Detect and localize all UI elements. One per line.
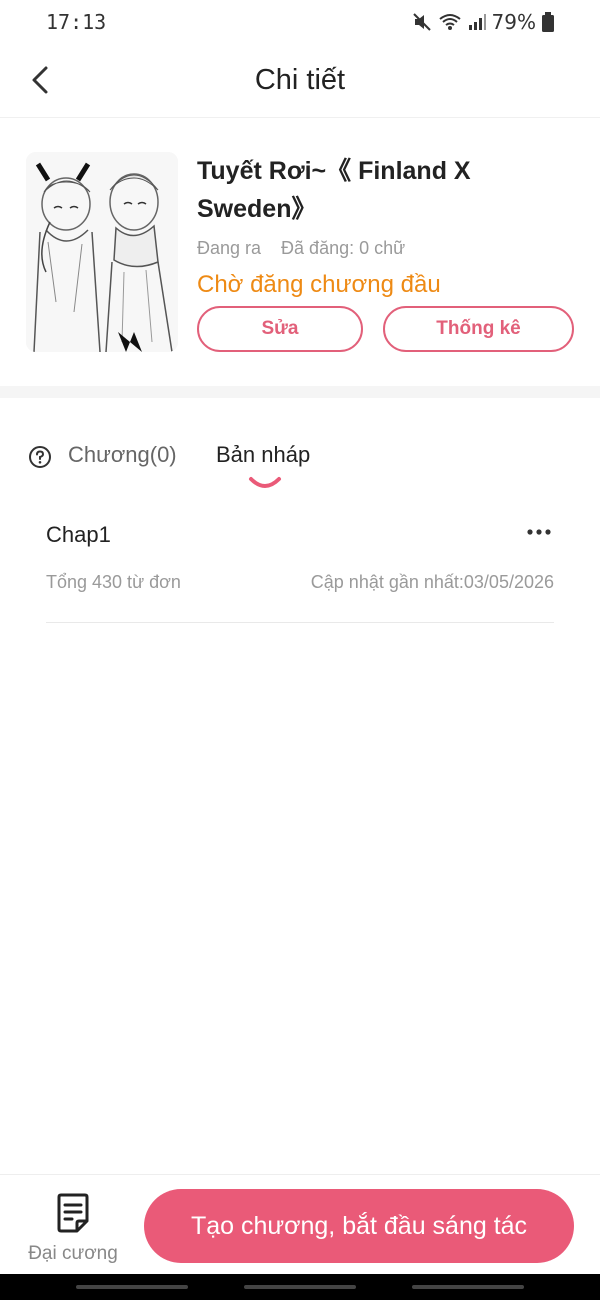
section-divider	[0, 386, 600, 398]
bottom-bar: Đại cương Tạo chương, bắt đầu sáng tác	[0, 1174, 600, 1274]
tab-drafts[interactable]: Bản nháp	[216, 442, 310, 468]
outline-label: Đại cương	[28, 1243, 118, 1264]
pending-status: Chờ đăng chương đầu	[197, 271, 441, 298]
battery-percent: 79%	[491, 10, 536, 34]
page-title: Chi tiết	[254, 64, 346, 96]
status-time: 17:13	[46, 10, 107, 34]
book-status: Đang ra	[197, 238, 262, 258]
signal-icon	[468, 14, 486, 30]
tabs: Chương(0) Bản nháp	[0, 430, 600, 490]
status-bar: 17:13 79%	[0, 0, 600, 44]
nav-back[interactable]	[412, 1285, 524, 1289]
draft-item[interactable]: Chap1 Tổng 430 từ đơn Cập nhật gần nhất:…	[46, 506, 554, 623]
draft-word-count: Tổng 430 từ đơn	[46, 572, 181, 592]
book-title: Tuyết Rơi~《 Finland X Sweden》	[197, 157, 471, 223]
document-icon	[57, 1193, 89, 1233]
book-cover[interactable]	[26, 152, 178, 352]
tab-chapters[interactable]: Chương(0)	[68, 442, 177, 468]
draft-last-updated: Cập nhật gần nhất:03/05/2026	[310, 572, 554, 592]
mute-icon	[412, 13, 431, 31]
create-chapter-button[interactable]: Tạo chương, bắt đầu sáng tác	[144, 1189, 574, 1263]
more-options-button[interactable]	[524, 520, 554, 544]
nav-home[interactable]	[244, 1285, 356, 1289]
book-card: Tuyết Rơi~《 Finland X Sweden》 Đang ra Đã…	[0, 118, 600, 386]
nav-recent[interactable]	[76, 1285, 188, 1289]
cover-illustration	[26, 152, 178, 352]
active-tab-indicator	[249, 477, 281, 488]
help-icon[interactable]	[28, 445, 52, 469]
outline-button[interactable]: Đại cương	[18, 1189, 128, 1269]
edit-button[interactable]: Sửa	[197, 306, 363, 352]
status-icons: 79%	[412, 10, 554, 34]
book-word-count: Đã đăng: 0 chữ	[281, 238, 406, 258]
draft-title: Chap1	[46, 522, 111, 547]
header: Chi tiết	[0, 44, 600, 118]
wifi-icon	[438, 14, 461, 30]
more-horizontal-icon	[527, 529, 551, 535]
battery-icon	[542, 12, 554, 32]
book-meta: Đang ra Đã đăng: 0 chữ	[197, 238, 405, 259]
stats-button[interactable]: Thống kê	[383, 306, 574, 352]
system-nav-bar	[0, 1274, 600, 1300]
